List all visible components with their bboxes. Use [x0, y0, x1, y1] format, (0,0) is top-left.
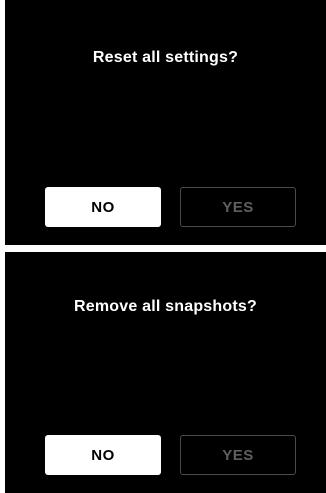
- no-button[interactable]: NO: [45, 435, 161, 475]
- no-button-label: NO: [91, 446, 115, 464]
- no-button[interactable]: NO: [45, 187, 161, 227]
- yes-button-label: YES: [222, 446, 254, 464]
- dialog-title: Reset all settings?: [92, 49, 239, 66]
- yes-button[interactable]: YES: [180, 187, 296, 227]
- remove-snapshots-dialog: Remove all snapshots? NO YES: [5, 252, 326, 493]
- yes-button[interactable]: YES: [180, 435, 296, 475]
- yes-button-label: YES: [222, 198, 254, 216]
- reset-settings-dialog: Reset all settings? NO YES: [5, 0, 326, 245]
- no-button-label: NO: [91, 198, 115, 216]
- dialog-title: Remove all snapshots?: [74, 298, 257, 315]
